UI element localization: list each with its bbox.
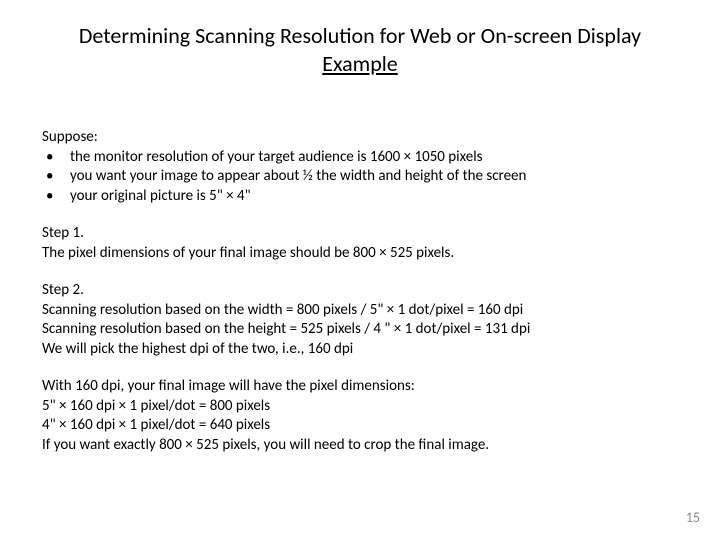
step2-block: Step 2. Scanning resolution based on the… [42, 281, 678, 359]
list-item: the monitor resolution of your target au… [42, 148, 678, 168]
title-line1: Determining Scanning Resolution for Web … [79, 22, 641, 49]
suppose-list: the monitor resolution of your target au… [42, 148, 678, 207]
step2-line2: Scanning resolution based on the height … [42, 320, 678, 340]
slide-body: Suppose: the monitor resolution of your … [42, 128, 678, 473]
step1-text: The pixel dimensions of your final image… [42, 244, 678, 264]
slide: Determining Scanning Resolution for Web … [0, 0, 720, 540]
step2-line1: Scanning resolution based on the width =… [42, 301, 678, 321]
step2-line3: We will pick the highest dpi of the two,… [42, 340, 678, 360]
step1-block: Step 1. The pixel dimensions of your fin… [42, 224, 678, 263]
final-line2: 5" × 160 dpi × 1 pixel/dot = 800 pixels [42, 397, 678, 417]
final-block: With 160 dpi, your final image will have… [42, 377, 678, 455]
list-item: your original picture is 5" × 4" [42, 187, 678, 207]
final-line3: 4" × 160 dpi × 1 pixel/dot = 640 pixels [42, 416, 678, 436]
step2-heading: Step 2. [42, 281, 678, 301]
suppose-label: Suppose: [42, 128, 678, 148]
slide-title: Determining Scanning Resolution for Web … [0, 22, 720, 77]
page-number: 15 [686, 509, 700, 526]
final-line4: If you want exactly 800 × 525 pixels, yo… [42, 436, 678, 456]
final-line1: With 160 dpi, your final image will have… [42, 377, 678, 397]
title-line2: Example [322, 50, 398, 77]
list-item: you want your image to appear about ½ th… [42, 167, 678, 187]
step1-heading: Step 1. [42, 224, 678, 244]
